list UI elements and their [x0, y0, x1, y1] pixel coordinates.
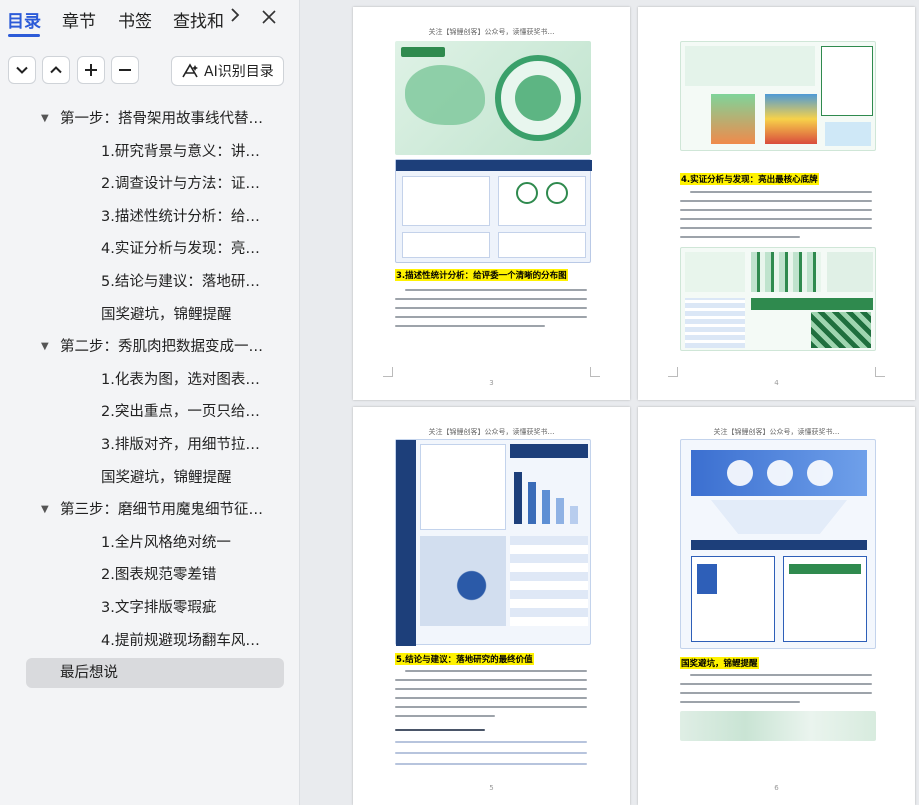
tab-find-replace[interactable]: 查找和 [173, 7, 224, 32]
toc-subheading-item[interactable]: 5.结论与建议：落地研… [101, 267, 273, 297]
tab-contents[interactable]: 目录 [7, 7, 41, 32]
collapse-button[interactable] [8, 56, 36, 84]
page-number: 5 [489, 784, 494, 792]
page-number: 6 [774, 784, 779, 792]
toc-subheading-item[interactable]: 4.提前规避现场翻车风… [101, 626, 273, 656]
toc-heading-item[interactable]: 第一步：搭骨架用故事线代替… [60, 104, 280, 134]
analysis-figure [680, 41, 876, 151]
page-3[interactable]: 关注【锦鲤创客】公众号，读懂获奖书… 3.描述性统计分析：给评委一个清晰的分布图 [353, 7, 630, 400]
chevron-down-icon [16, 66, 28, 74]
toc-subheading-item[interactable]: 1.全片风格绝对统一 [101, 528, 273, 558]
page-header: 关注【锦鲤创客】公众号，读懂获奖书… [428, 28, 555, 36]
section-heading: 5.结论与建议：落地研究的最终价值 [395, 653, 534, 665]
map-figure [395, 41, 591, 155]
toc-subheading-item[interactable]: 国奖避坑，锦鲤提醒 [101, 463, 281, 493]
ai-wand-icon [182, 63, 198, 78]
close-icon[interactable] [256, 4, 282, 32]
pane-tabs: 目录 章节 书签 查找和 [0, 0, 300, 44]
toc-subheading-item[interactable]: 国奖避坑，锦鲤提醒 [101, 300, 281, 330]
toc-toolbar: AI识别目录 [0, 56, 300, 86]
section-heading: 国奖避坑，锦鲤提醒 [680, 657, 759, 669]
page-number: 4 [774, 379, 779, 387]
toc-heading-item[interactable]: 第三步：磨细节用魔鬼细节征… [60, 495, 280, 525]
method-diagram [395, 159, 592, 263]
section-heading: 4.实证分析与发现：亮出最核心底牌 [680, 173, 819, 185]
chevron-right-icon[interactable] [224, 4, 246, 32]
caret-down-icon[interactable]: ▼ [41, 104, 53, 134]
add-heading-button[interactable] [77, 56, 105, 84]
toc-subheading-item[interactable]: 3.描述性统计分析：给… [101, 202, 273, 232]
toc-subheading-item[interactable]: 2.突出重点，一页只给… [101, 397, 273, 427]
active-tab-indicator [8, 34, 40, 37]
toc-subheading-item[interactable]: 1.化表为图，选对图表… [101, 365, 273, 395]
caret-down-icon[interactable]: ▼ [41, 332, 53, 362]
tab-bookmarks[interactable]: 书签 [118, 7, 152, 32]
toc-subheading-item[interactable]: 4.实证分析与发现：亮… [101, 234, 273, 264]
toc-subheading-item[interactable]: 3.排版对齐，用细节拉… [101, 430, 273, 460]
expand-button[interactable] [42, 56, 70, 84]
ai-button-label: AI识别目录 [204, 64, 274, 80]
remove-heading-button[interactable] [111, 56, 139, 84]
dashboard-figure [395, 439, 591, 646]
chevron-up-icon [50, 66, 62, 74]
heatmap-figure [680, 247, 876, 351]
plus-icon [85, 64, 97, 76]
toc-subheading-item[interactable]: 3.文字排版零瑕疵 [101, 593, 273, 623]
caret-down-icon[interactable]: ▼ [41, 495, 53, 525]
navigation-pane: 目录 章节 书签 查找和 AI识别目录 ▼ 第一步：搭骨架用故事线代替… 1.研… [0, 0, 300, 805]
section-heading: 3.描述性统计分析：给评委一个清晰的分布图 [395, 269, 568, 281]
ai-recognize-toc-button[interactable]: AI识别目录 [171, 56, 284, 86]
document-view[interactable]: 关注【锦鲤创客】公众号，读懂获奖书… 3.描述性统计分析：给评委一个清晰的分布图 [301, 0, 919, 805]
toc-heading-item[interactable]: 最后想说 [60, 658, 280, 688]
app-window: 目录 章节 书签 查找和 AI识别目录 ▼ 第一步：搭骨架用故事线代替… 1.研… [0, 0, 919, 805]
page-6[interactable]: 关注【锦鲤创客】公众号，读懂获奖书… 国奖避坑，锦鲤提醒 6 [638, 407, 915, 805]
page-4[interactable]: 4.实证分析与发现：亮出最核心底牌 4 [638, 7, 915, 400]
page-5[interactable]: 关注【锦鲤创客】公众号，读懂获奖书… 5.结论与建议：落地研究的最终价值 5 [353, 407, 630, 805]
toc-subheading-item[interactable]: 1.研究背景与意义：讲… [101, 137, 273, 167]
tab-chapters[interactable]: 章节 [62, 7, 96, 32]
toc-heading-item[interactable]: 第二步：秀肌肉把数据变成一… [60, 332, 280, 362]
thumbnail-strip [680, 711, 876, 741]
framework-figure [680, 439, 876, 649]
page-header: 关注【锦鲤创客】公众号，读懂获奖书… [428, 428, 555, 436]
toc-subheading-item[interactable]: 2.调查设计与方法：证… [101, 169, 273, 199]
toc-subheading-item[interactable]: 2.图表规范零差错 [101, 560, 273, 590]
page-number: 3 [489, 379, 494, 387]
minus-icon [119, 69, 131, 71]
page-header: 关注【锦鲤创客】公众号，读懂获奖书… [713, 428, 840, 436]
